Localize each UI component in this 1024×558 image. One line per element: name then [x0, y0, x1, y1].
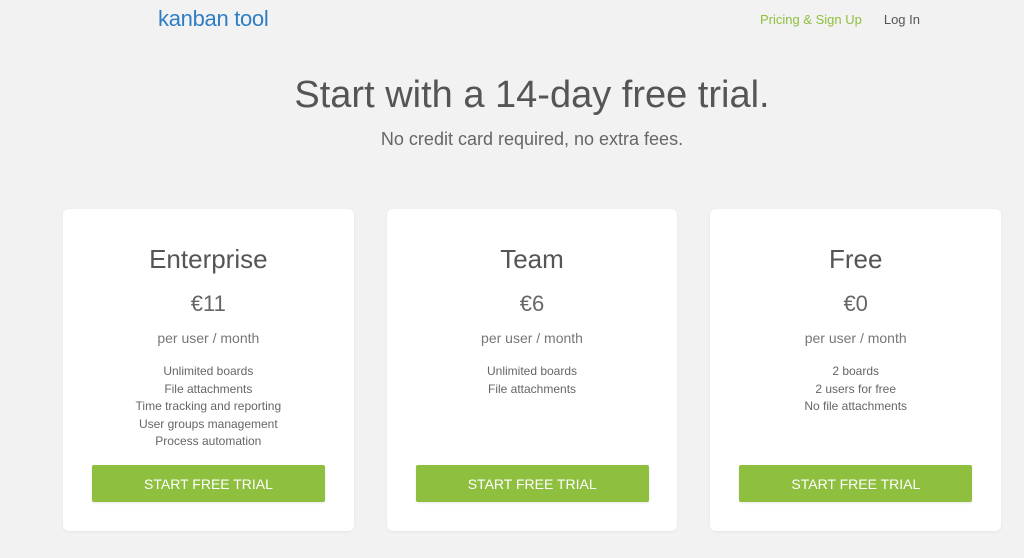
nav-pricing-signup-link[interactable]: Pricing & Sign Up [760, 12, 862, 27]
start-free-trial-button-enterprise[interactable]: START FREE TRIAL [92, 465, 325, 502]
kanban-tool-logo[interactable]: kanban tool [158, 6, 269, 32]
plan-name: Free [828, 244, 883, 274]
plan-card-enterprise: Enterprise €11 per user / month Unlimite… [63, 209, 354, 531]
plan-period: per user / month [804, 330, 907, 346]
start-free-trial-button-team[interactable]: START FREE TRIAL [415, 465, 649, 502]
plan-feature: 2 boards [832, 364, 880, 378]
plan-period: per user / month [157, 330, 260, 346]
plan-feature: Time tracking and reporting [135, 399, 282, 413]
plan-card-free: Free €0 per user / month 2 boards 2 user… [710, 209, 1002, 531]
top-nav: Pricing & Sign Up Log In [760, 12, 920, 27]
plan-feature: File attachments [164, 381, 253, 396]
nav-login-link[interactable]: Log In [884, 12, 920, 27]
page-subtitle: No credit card required, no extra fees. [380, 129, 684, 149]
plan-feature: Process automation [155, 434, 262, 448]
plan-feature: User groups management [138, 416, 278, 431]
plan-period: per user / month [481, 330, 583, 346]
plan-feature: Unlimited boards [486, 364, 578, 378]
plan-feature: No file attachments [804, 399, 908, 413]
plan-feature: Unlimited boards [163, 364, 254, 378]
plan-name: Enterprise [149, 244, 268, 274]
plan-card-team: Team €6 per user / month Unlimited board… [386, 209, 678, 531]
plan-feature: 2 users for free [815, 381, 897, 396]
plan-price: €11 [190, 291, 226, 316]
plan-price: €0 [843, 291, 868, 316]
plan-features-list: Unlimited boards File attachments Time t… [63, 363, 354, 451]
start-free-trial-button-free[interactable]: START FREE TRIAL [739, 465, 973, 502]
plan-feature: File attachments [487, 381, 577, 396]
pricing-plans: Enterprise €11 per user / month Unlimite… [63, 209, 1002, 531]
plan-features-list: Unlimited boards File attachments [387, 363, 678, 398]
page-title: Start with a 14-day free trial. [294, 74, 770, 116]
plan-name: Team [500, 244, 564, 274]
plan-price: €6 [519, 291, 545, 316]
plan-features-list: 2 boards 2 users for free No file attach… [710, 363, 1001, 416]
